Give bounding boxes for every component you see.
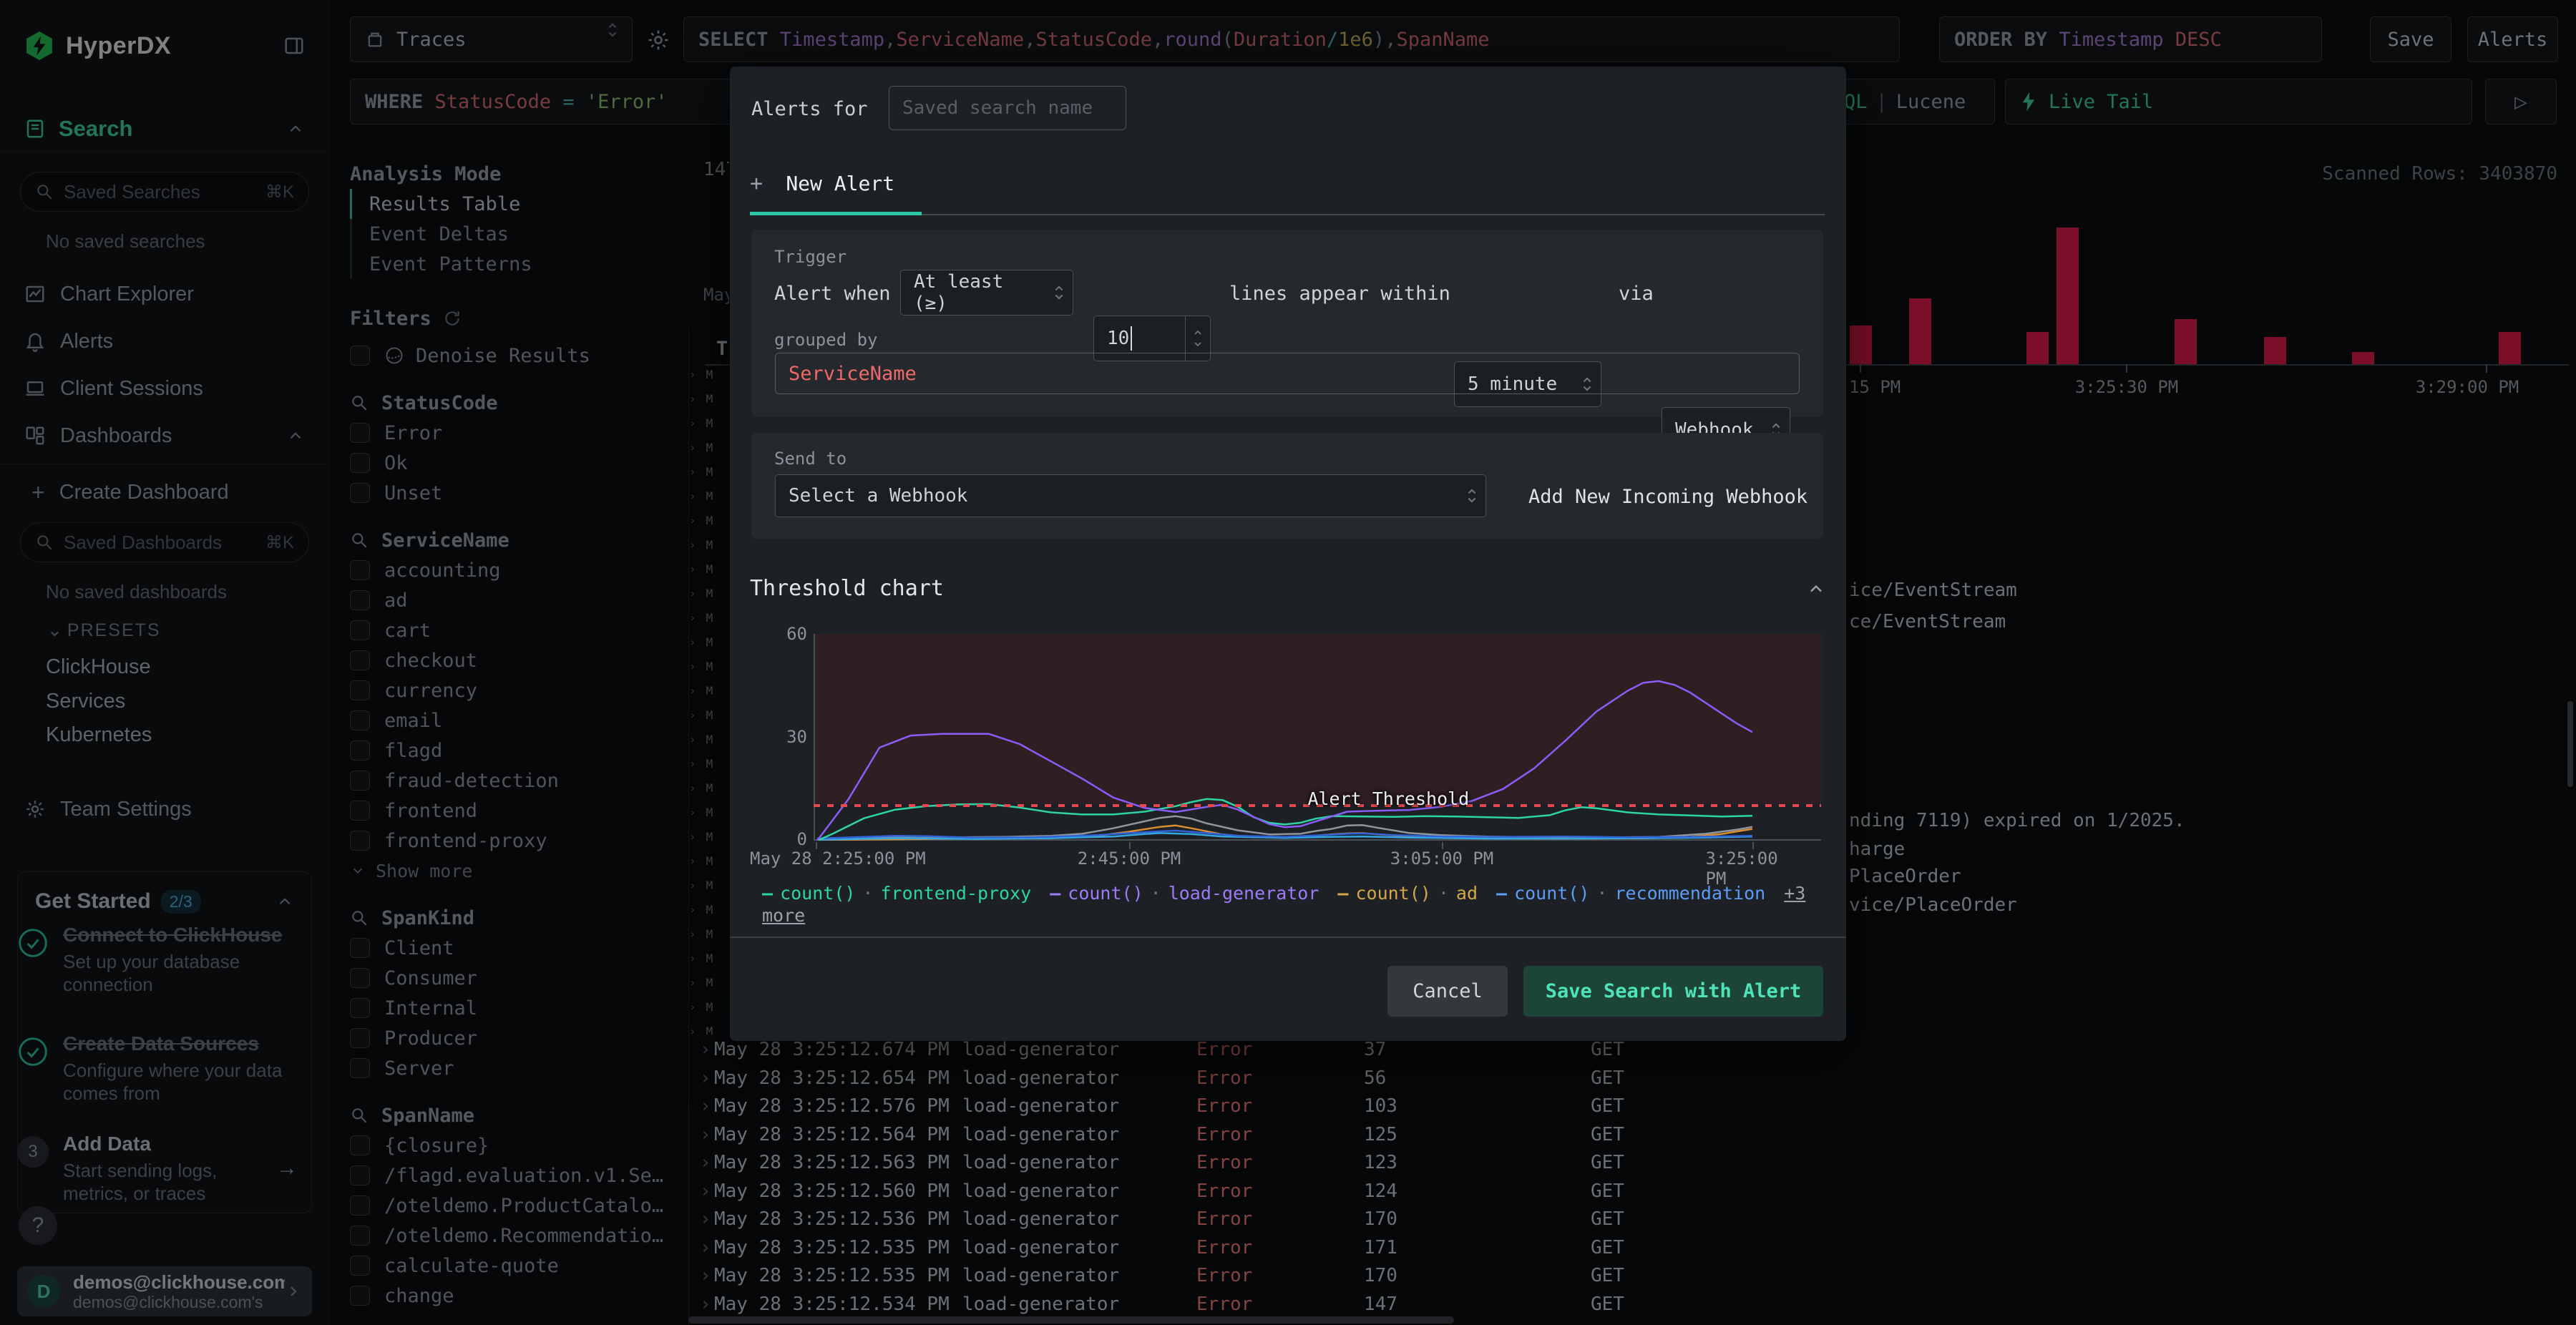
grouped-by-input[interactable]: ServiceName bbox=[775, 353, 1800, 394]
threshold-chart-title: Threshold chart bbox=[750, 576, 944, 601]
chart-legend: — count() · frontend-proxy — count() · load-gen… bbox=[762, 882, 1821, 926]
legend-item[interactable]: — count() · frontend-proxy bbox=[762, 883, 1031, 904]
saved-search-name-placeholder: Saved search name bbox=[902, 97, 1093, 119]
legend-item[interactable]: — count() · load-generator bbox=[1050, 883, 1319, 904]
active-tab-underline bbox=[750, 212, 922, 215]
footer-divider bbox=[730, 937, 1846, 938]
alert-when-label: Alert when bbox=[774, 283, 891, 305]
x-axis-label: 3:05:00 PM bbox=[1390, 849, 1494, 869]
text-cursor bbox=[1131, 326, 1133, 351]
modal-title: Alerts for bbox=[751, 98, 868, 120]
chevron-down-icon[interactable] bbox=[1194, 341, 1202, 348]
x-axis-label: 3:25:00 PM bbox=[1705, 849, 1778, 889]
x-axis-label: May 28 2:25:00 PM bbox=[750, 849, 926, 869]
plus-icon: + bbox=[750, 171, 763, 196]
chart-series-line bbox=[816, 680, 1753, 841]
collapse-chart-button[interactable] bbox=[1806, 579, 1826, 604]
alert-modal: Alerts for Saved search name + New Alert… bbox=[730, 67, 1846, 1041]
updown-chevron-icon bbox=[1055, 285, 1063, 300]
tab-new-alert[interactable]: + New Alert bbox=[750, 171, 894, 196]
lines-within-label: lines appear within bbox=[1229, 283, 1450, 305]
y-tick-0: 0 bbox=[796, 829, 807, 849]
comparator-select[interactable]: At least (≥) bbox=[900, 270, 1073, 316]
hyperdx-app: HyperDX Search Saved Searches ⌘K No save… bbox=[0, 0, 2576, 1325]
add-new-webhook-link[interactable]: Add New Incoming Webhook bbox=[1528, 486, 1807, 508]
updown-chevron-icon bbox=[1468, 489, 1476, 503]
send-to-section: Send to Select a Webhook Add New Incomin… bbox=[751, 433, 1823, 539]
webhook-select[interactable]: Select a Webhook bbox=[775, 474, 1486, 517]
trigger-section: Trigger Alert when At least (≥) 10 lines… bbox=[751, 230, 1823, 453]
threshold-chart-series bbox=[816, 680, 1753, 841]
threshold-chart-plot: Alert Threshold bbox=[814, 634, 1821, 849]
send-to-label: Send to bbox=[774, 449, 847, 469]
y-tick-30: 30 bbox=[786, 727, 807, 747]
save-search-with-alert-button[interactable]: Save Search with Alert bbox=[1523, 966, 1823, 1017]
y-tick-60: 60 bbox=[786, 624, 807, 644]
via-label: via bbox=[1619, 283, 1654, 305]
legend-item[interactable]: — count() · ad bbox=[1337, 883, 1478, 904]
x-axis-label: 2:45:00 PM bbox=[1077, 849, 1181, 869]
cancel-button[interactable]: Cancel bbox=[1387, 966, 1508, 1017]
trigger-label: Trigger bbox=[774, 247, 847, 267]
alert-threshold-label: Alert Threshold bbox=[1307, 788, 1470, 809]
chevron-up-icon[interactable] bbox=[1194, 329, 1202, 336]
chevron-up-icon bbox=[1810, 585, 1822, 592]
grouped-by-label: grouped by bbox=[774, 330, 878, 350]
saved-search-name-input[interactable]: Saved search name bbox=[889, 86, 1126, 130]
